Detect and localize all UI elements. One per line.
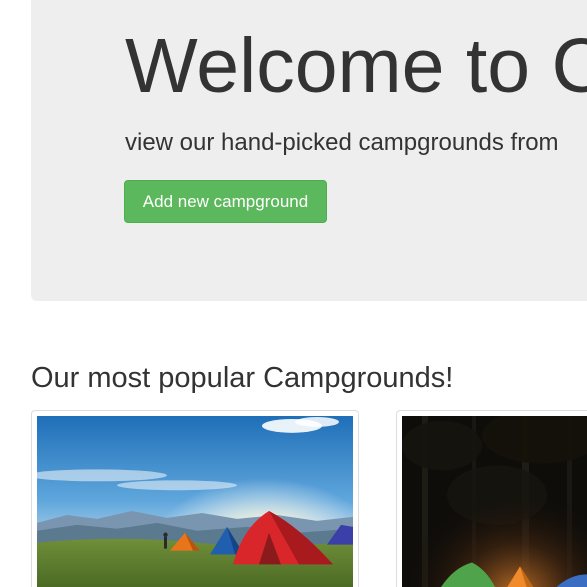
page: Welcome to C view our hand-picked campgr…	[0, 0, 587, 587]
popular-campgrounds-heading: Our most popular Campgrounds!	[31, 362, 454, 394]
add-new-campground-button[interactable]: Add new campground	[124, 180, 327, 223]
campground-card[interactable]	[31, 410, 359, 587]
campground-card[interactable]	[396, 410, 587, 587]
campground-image[interactable]	[402, 416, 587, 587]
welcome-title: Welcome to C	[125, 23, 587, 109]
welcome-lead: view our hand-picked campgrounds from	[125, 129, 559, 156]
campground-image[interactable]	[37, 416, 353, 587]
